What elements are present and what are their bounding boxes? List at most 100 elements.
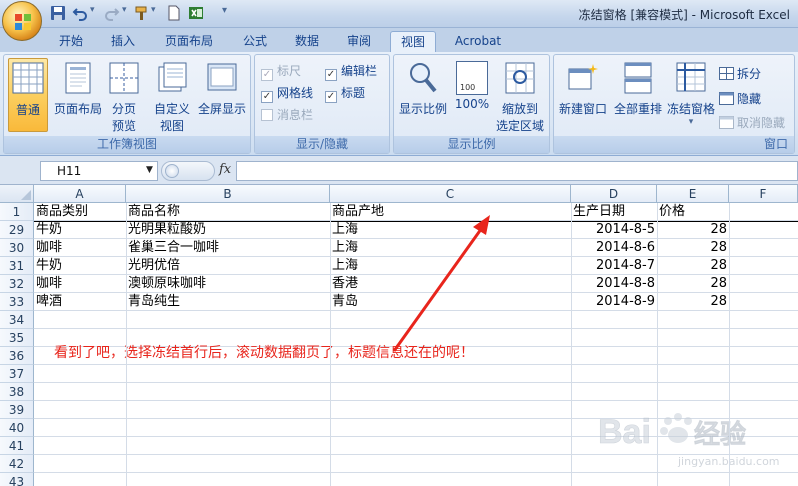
table-cell[interactable]: 牛奶: [34, 221, 126, 239]
painter-dropdown-icon[interactable]: ▾: [151, 5, 156, 15]
table-cell[interactable]: 咖啡: [34, 239, 126, 257]
unhide-button[interactable]: 取消隐藏: [719, 114, 785, 131]
insert-function-icon[interactable]: fx: [219, 162, 231, 177]
column-header-b[interactable]: B: [126, 185, 330, 203]
qat-customize-icon[interactable]: ▾: [222, 5, 227, 16]
table-cell[interactable]: 啤酒: [34, 293, 126, 311]
row-header[interactable]: 33: [0, 293, 34, 311]
zoom-button[interactable]: 显示比例: [396, 61, 450, 117]
table-cell[interactable]: 2014-8-9: [571, 293, 657, 311]
column-header-c[interactable]: C: [330, 185, 571, 203]
name-box-dropdown-icon[interactable]: ▼: [146, 165, 153, 175]
new-document-icon[interactable]: [166, 5, 182, 21]
row-header[interactable]: 38: [0, 383, 34, 401]
table-cell[interactable]: 2014-8-6: [571, 239, 657, 257]
row-header[interactable]: 42: [0, 455, 34, 473]
row-header[interactable]: 34: [0, 311, 34, 329]
row-header[interactable]: 30: [0, 239, 34, 257]
table-cell[interactable]: 28: [657, 257, 729, 275]
hide-label: 隐藏: [737, 92, 762, 106]
row-header[interactable]: 1: [0, 203, 34, 221]
ruler-checkbox[interactable]: ✓ 标尺: [261, 62, 301, 81]
magnifier-icon: [410, 63, 437, 93]
tab-home[interactable]: 开始: [48, 31, 94, 52]
split-button[interactable]: 拆分: [719, 65, 761, 82]
fullscreen-button[interactable]: 全屏显示: [194, 61, 250, 117]
table-cell[interactable]: 28: [657, 275, 729, 293]
tab-review[interactable]: 审阅: [336, 31, 382, 52]
hide-button[interactable]: 隐藏: [719, 90, 761, 107]
zoom-100-button[interactable]: 100 100%: [452, 61, 492, 111]
table-cell[interactable]: 28: [657, 239, 729, 257]
table-cell[interactable]: 青岛纯生: [126, 293, 330, 311]
table-cell[interactable]: 澳顿原味咖啡: [126, 275, 330, 293]
row-header[interactable]: 37: [0, 365, 34, 383]
message-bar-check: [261, 109, 273, 121]
tab-view[interactable]: 视图: [390, 31, 436, 52]
select-all-corner[interactable]: [0, 185, 34, 203]
tab-data[interactable]: 数据: [284, 31, 330, 52]
row-header[interactable]: 29: [0, 221, 34, 239]
row-header[interactable]: 39: [0, 401, 34, 419]
row-header[interactable]: 41: [0, 437, 34, 455]
formula-input[interactable]: [236, 161, 798, 181]
format-painter-icon[interactable]: [134, 5, 150, 21]
header-cell[interactable]: 价格: [657, 203, 729, 221]
message-bar-label: 消息栏: [277, 108, 314, 122]
undo-icon[interactable]: [72, 5, 88, 21]
column-header-e[interactable]: E: [657, 185, 729, 203]
row-header[interactable]: 35: [0, 329, 34, 347]
table-cell[interactable]: 28: [657, 221, 729, 239]
expand-circle-icon[interactable]: [165, 164, 179, 178]
new-window-label: 新建窗口: [558, 102, 607, 116]
row-header[interactable]: 43: [0, 473, 34, 486]
column-gridline: [330, 203, 331, 486]
column-header-d[interactable]: D: [571, 185, 657, 203]
page-break-preview-button[interactable]: 分页 预览: [106, 61, 142, 134]
worksheet-grid[interactable]: ABCDEF 1 商品类别 商品名称 商品产地 生产日期 价格 29 牛奶 光明果粒酸奶 上海 20…: [0, 185, 798, 486]
row-header[interactable]: 31: [0, 257, 34, 275]
row-header[interactable]: 36: [0, 347, 34, 365]
custom-views-button[interactable]: 自定义 视图: [150, 61, 194, 134]
undo-dropdown-icon[interactable]: ▾: [90, 5, 95, 15]
name-box[interactable]: H11: [40, 161, 158, 181]
headings-checkbox[interactable]: ✓ 标题: [325, 84, 365, 103]
table-cell[interactable]: 2014-8-8: [571, 275, 657, 293]
tab-insert[interactable]: 插入: [100, 31, 146, 52]
page-layout-view-button[interactable]: 页面布局: [52, 61, 104, 117]
save-icon[interactable]: [50, 5, 66, 21]
excel-sheet-icon[interactable]: [188, 5, 204, 21]
table-cell[interactable]: 2014-8-5: [571, 221, 657, 239]
table-cell[interactable]: 2014-8-7: [571, 257, 657, 275]
page-break-icon: [109, 62, 139, 94]
table-cell[interactable]: 咖啡: [34, 275, 126, 293]
column-header-a[interactable]: A: [34, 185, 126, 203]
message-bar-checkbox[interactable]: 消息栏: [261, 106, 313, 123]
redo-icon[interactable]: [104, 5, 120, 21]
arrange-all-button[interactable]: 全部重排: [610, 61, 666, 117]
row-header[interactable]: 32: [0, 275, 34, 293]
ribbon: 普通 页面布局 分页 预览 自定义 视图 全屏显示 工作簿视图 ✓ 标尺 ✓ 网格线…: [0, 52, 798, 156]
row-header[interactable]: 40: [0, 419, 34, 437]
tab-formulas[interactable]: 公式: [232, 31, 278, 52]
table-cell[interactable]: 光明果粒酸奶: [126, 221, 330, 239]
header-cell[interactable]: 生产日期: [571, 203, 657, 221]
column-header-f[interactable]: F: [729, 185, 798, 203]
table-cell[interactable]: 雀巢三合一咖啡: [126, 239, 330, 257]
zoom-selection-button[interactable]: 缩放到 选定区域: [492, 61, 548, 134]
table-cell[interactable]: 光明优倍: [126, 257, 330, 275]
tab-acrobat[interactable]: Acrobat: [446, 31, 510, 52]
normal-view-button[interactable]: 普通: [8, 58, 48, 132]
freeze-panes-button[interactable]: 冻结窗格 ▾: [664, 61, 718, 127]
formula-bar-checkbox[interactable]: ✓ 编辑栏: [325, 62, 377, 81]
office-button[interactable]: [2, 1, 42, 41]
new-window-button[interactable]: 新建窗口: [556, 61, 610, 117]
header-cell[interactable]: 商品类别: [34, 203, 126, 221]
table-cell[interactable]: 28: [657, 293, 729, 311]
gridlines-checkbox[interactable]: ✓ 网格线: [261, 84, 313, 103]
normal-view-label: 普通: [15, 103, 40, 117]
tab-page-layout[interactable]: 页面布局: [154, 31, 224, 52]
redo-dropdown-icon[interactable]: ▾: [122, 5, 127, 15]
table-cell[interactable]: 牛奶: [34, 257, 126, 275]
header-cell[interactable]: 商品名称: [126, 203, 330, 221]
